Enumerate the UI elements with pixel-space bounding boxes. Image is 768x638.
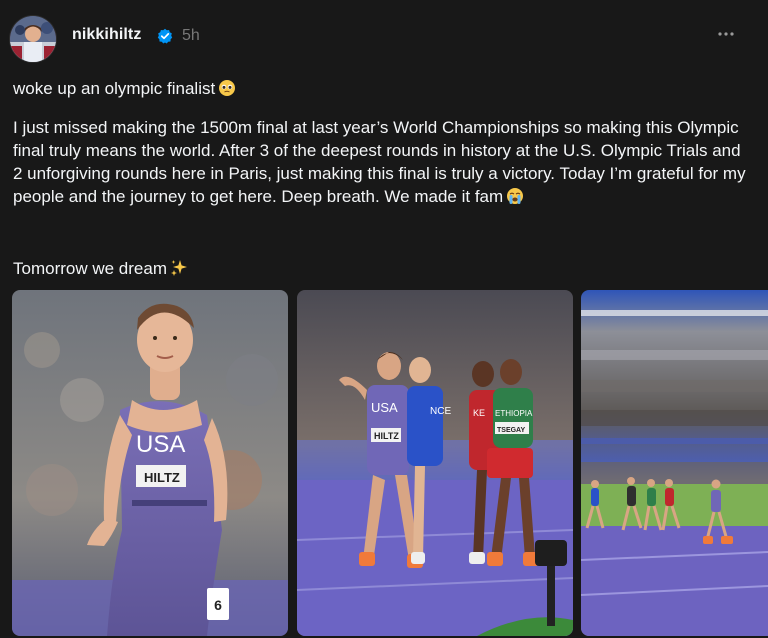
more-options-icon[interactable] xyxy=(714,24,738,44)
post-text-line1: woke up an olympic finalist xyxy=(13,77,753,100)
pleading-face-emoji xyxy=(219,80,236,96)
username[interactable]: nikkihiltz xyxy=(72,26,141,44)
post-closing: Tomorrow we dream xyxy=(13,259,167,278)
photo1-jersey-text: USA xyxy=(136,431,185,458)
photo1-bib-text: HILTZ xyxy=(144,470,180,485)
photo2-kenya-text: KE xyxy=(473,408,485,418)
loudly-crying-face-emoji xyxy=(507,188,524,204)
post-image-2[interactable]: USA HILTZ NCE KE ETHIOPIA TSEGAY xyxy=(297,290,573,636)
photo2-tsegay-bib: TSEGAY xyxy=(497,427,525,434)
profile-avatar[interactable] xyxy=(10,16,56,62)
post-image-3[interactable] xyxy=(581,290,768,636)
photo2-hiltz-bib: HILTZ xyxy=(374,431,399,441)
verified-badge-icon xyxy=(157,28,173,44)
post-text-line3: Tomorrow we dream xyxy=(13,257,753,280)
sparkles-emoji xyxy=(171,260,187,276)
photo2-ethiopia-text: ETHIOPIA xyxy=(495,409,533,418)
post-body: I just missed making the 1500m final at … xyxy=(13,118,746,206)
photo1-number: 6 xyxy=(214,597,222,613)
post-image-1[interactable]: 6 USA HILTZ xyxy=(12,290,288,636)
post-text-paragraph: I just missed making the 1500m final at … xyxy=(13,116,753,208)
post-headline: woke up an olympic finalist xyxy=(13,79,216,98)
photo2-france-text: NCE xyxy=(430,406,451,417)
photo2-usa-text: USA xyxy=(371,400,398,415)
threads-post: nikkihiltz 5h woke up an olympic finalis… xyxy=(0,0,768,638)
post-timestamp: 5h xyxy=(182,27,200,44)
